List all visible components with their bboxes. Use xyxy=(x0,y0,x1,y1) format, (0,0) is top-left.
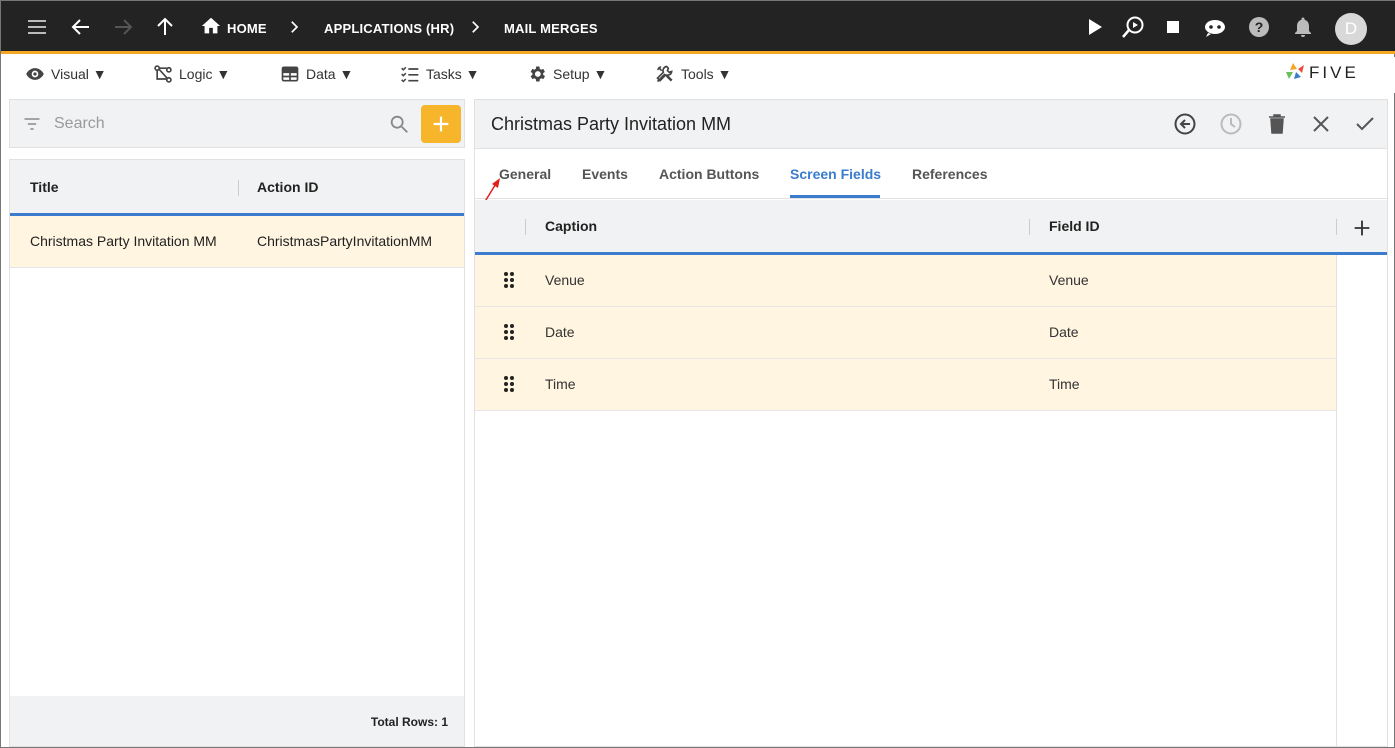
table-icon xyxy=(280,64,300,84)
forward-arrow-icon[interactable] xyxy=(111,15,135,39)
breadcrumb-mail-merges[interactable]: MAIL MERGES xyxy=(504,21,598,36)
menu-tools[interactable]: Tools ▼ xyxy=(655,63,731,85)
menu-tools-label: Tools ▼ xyxy=(681,66,732,82)
svg-text:?: ? xyxy=(1255,19,1264,35)
stop-icon[interactable] xyxy=(1161,15,1185,39)
history-icon[interactable] xyxy=(1219,112,1243,136)
cell-caption: Date xyxy=(545,324,575,340)
column-header-field-id[interactable]: Field ID xyxy=(1049,218,1100,234)
gear-icon xyxy=(527,64,547,84)
breadcrumb-home[interactable]: HOME xyxy=(227,21,267,36)
table-row[interactable]: Date Date xyxy=(475,307,1336,359)
fields-grid-header: Caption Field ID xyxy=(475,200,1387,255)
tab-events[interactable]: Events xyxy=(582,166,628,182)
chat-bot-icon[interactable] xyxy=(1202,15,1226,39)
chevron-right-icon xyxy=(466,18,484,36)
column-divider[interactable] xyxy=(525,219,526,235)
record-list: Title Action ID Christmas Party Invitati… xyxy=(9,159,465,747)
tab-action-buttons[interactable]: Action Buttons xyxy=(659,166,759,182)
cell-title: Christmas Party Invitation MM xyxy=(30,233,217,249)
cell-field-id: Venue xyxy=(1049,272,1089,288)
list-footer: Total Rows: 1 xyxy=(10,696,464,746)
total-rows: Total Rows: 1 xyxy=(370,715,448,729)
app-top-bar: HOME APPLICATIONS (HR) MAIL MERGES ? D xyxy=(1,1,1395,54)
checklist-icon xyxy=(400,64,420,84)
menu-data-label: Data ▼ xyxy=(306,66,354,82)
avatar[interactable]: D xyxy=(1335,13,1367,45)
chevron-right-icon xyxy=(285,18,303,36)
menu-tasks-label: Tasks ▼ xyxy=(426,66,480,82)
menu-icon[interactable] xyxy=(25,15,49,39)
menu-logic[interactable]: Logic ▼ xyxy=(153,63,230,85)
drag-handle-icon[interactable] xyxy=(502,323,516,341)
column-divider[interactable] xyxy=(1336,219,1337,235)
list-header: Title Action ID xyxy=(10,160,464,216)
logic-icon xyxy=(153,64,173,84)
home-icon[interactable] xyxy=(200,15,224,39)
cell-caption: Time xyxy=(545,376,576,392)
delete-icon[interactable] xyxy=(1265,112,1289,136)
table-row[interactable]: Venue Venue xyxy=(475,255,1336,307)
search-icon[interactable] xyxy=(388,113,410,135)
add-field-icon[interactable] xyxy=(1351,217,1373,239)
plus-icon xyxy=(430,113,452,135)
list-item[interactable]: Christmas Party Invitation MM ChristmasP… xyxy=(10,216,464,268)
run-search-icon[interactable] xyxy=(1120,15,1144,39)
menu-setup-label: Setup ▼ xyxy=(553,66,608,82)
cell-action-id: ChristmasPartyInvitationMM xyxy=(257,233,433,249)
close-icon[interactable] xyxy=(1309,112,1333,136)
eye-icon xyxy=(25,64,45,84)
menu-bar: Visual ▼ Logic ▼ Data ▼ Tasks ▼ Setup ▼ … xyxy=(1,57,1395,93)
cell-field-id: Date xyxy=(1049,324,1079,340)
tab-references[interactable]: References xyxy=(912,166,988,182)
five-logo: FIVE xyxy=(1283,59,1375,85)
table-row[interactable]: Time Time xyxy=(475,359,1336,411)
tab-general[interactable]: General xyxy=(499,166,551,182)
menu-visual[interactable]: Visual ▼ xyxy=(25,63,107,85)
grid-action-column-divider xyxy=(1336,255,1337,747)
form-tabs: General Events Action Buttons Screen Fie… xyxy=(475,149,1387,199)
column-header-title[interactable]: Title xyxy=(30,179,59,195)
active-tab-indicator xyxy=(790,195,880,198)
up-arrow-icon[interactable] xyxy=(153,15,177,39)
menu-setup[interactable]: Setup ▼ xyxy=(527,63,607,85)
back-arrow-icon[interactable] xyxy=(69,15,93,39)
menu-tasks[interactable]: Tasks ▼ xyxy=(400,63,480,85)
column-divider[interactable] xyxy=(238,180,239,196)
tools-icon xyxy=(655,64,675,84)
save-check-icon[interactable] xyxy=(1353,112,1377,136)
help-icon[interactable]: ? xyxy=(1247,15,1271,39)
breadcrumb-applications[interactable]: APPLICATIONS (HR) xyxy=(324,21,454,36)
cell-field-id: Time xyxy=(1049,376,1080,392)
filter-icon[interactable] xyxy=(22,114,42,134)
column-header-action-id[interactable]: Action ID xyxy=(257,179,318,195)
play-icon[interactable] xyxy=(1082,15,1106,39)
menu-logic-label: Logic ▼ xyxy=(179,66,231,82)
drag-handle-icon[interactable] xyxy=(502,375,516,393)
column-divider[interactable] xyxy=(1029,219,1030,235)
drag-handle-icon[interactable] xyxy=(502,271,516,289)
form-title: Christmas Party Invitation MM xyxy=(491,114,732,134)
column-header-caption[interactable]: Caption xyxy=(545,218,597,234)
tab-screen-fields[interactable]: Screen Fields xyxy=(790,166,881,182)
form-header: Christmas Party Invitation MM xyxy=(475,100,1387,149)
form-panel: Christmas Party Invitation MM General Ev… xyxy=(474,99,1388,747)
search-input[interactable]: Search xyxy=(54,115,105,133)
search-bar: Search xyxy=(9,99,465,148)
svg-text:FIVE: FIVE xyxy=(1309,63,1359,82)
menu-visual-label: Visual ▼ xyxy=(51,66,107,82)
bell-icon[interactable] xyxy=(1291,15,1315,39)
revert-icon[interactable] xyxy=(1173,112,1197,136)
menu-data[interactable]: Data ▼ xyxy=(280,63,353,85)
cell-caption: Venue xyxy=(545,272,585,288)
add-record-button[interactable] xyxy=(421,105,461,143)
